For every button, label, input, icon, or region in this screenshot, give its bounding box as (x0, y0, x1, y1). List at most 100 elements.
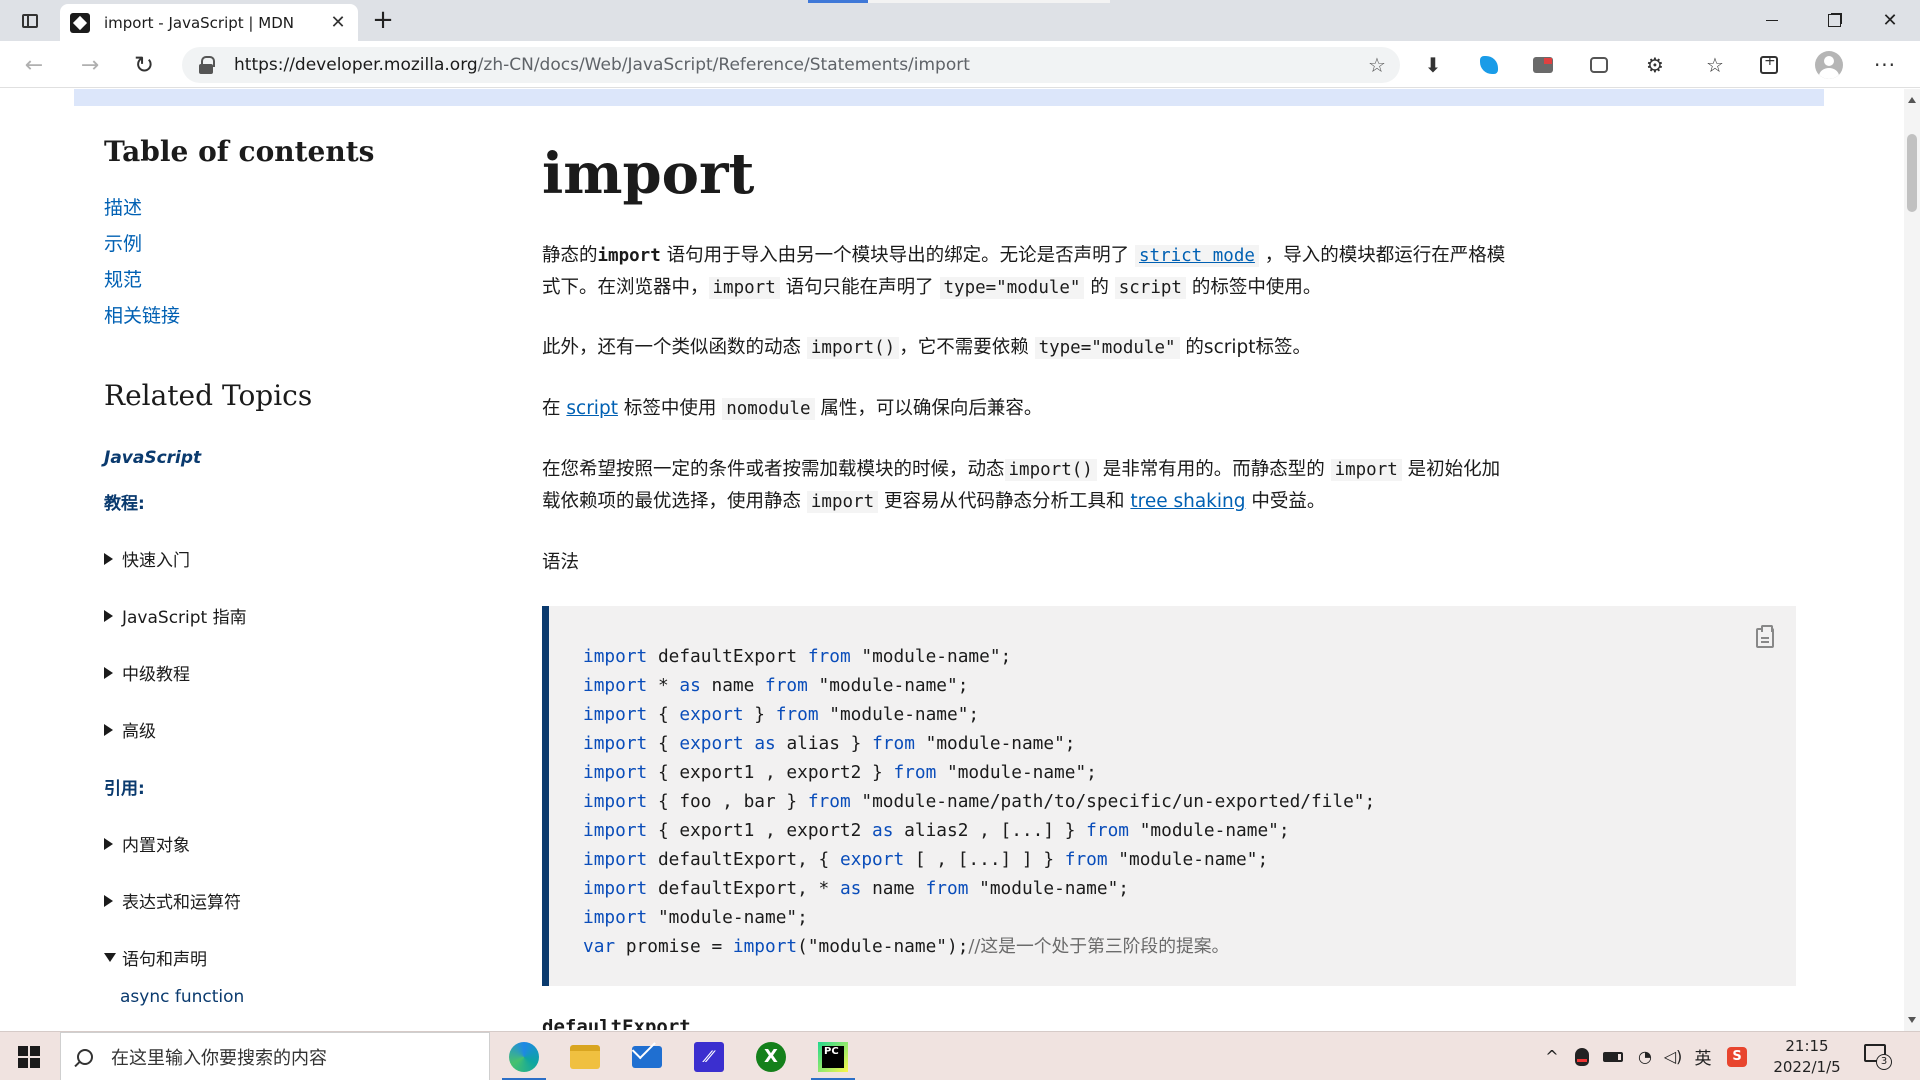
close-window-button[interactable]: ✕ (1862, 0, 1918, 41)
add-favorite-icon[interactable]: ☆ (1366, 54, 1388, 76)
toc-item: 相关链接 (104, 298, 180, 334)
toc-item: 规范 (104, 262, 180, 298)
new-tab-button[interactable]: + (368, 6, 398, 34)
pycharm-app-icon[interactable]: PC (805, 1032, 861, 1080)
visual-studio-app-icon[interactable]: ⁄⁄ (681, 1032, 737, 1080)
notification-center-icon[interactable]: 3 (1862, 1042, 1892, 1072)
scroll-thumb[interactable] (1907, 134, 1917, 212)
more-menu-icon[interactable]: ··· (1872, 52, 1898, 78)
url-text[interactable]: https://developer.mozilla.org/zh-CN/docs… (234, 55, 970, 75)
code-line: import "module-name"; (583, 907, 808, 928)
top-banner-strip (74, 89, 1824, 106)
reload-button[interactable]: ↻ (128, 49, 160, 81)
code-line: import defaultExport, { export [ , [...]… (583, 849, 1269, 870)
sidebar-item-advanced[interactable]: 高级 (104, 717, 156, 742)
code-line: var promise = import("module-name");//这是… (583, 936, 1230, 957)
extensions-puzzle-icon[interactable]: ⚙ (1642, 52, 1668, 78)
sidebar-item-js-guide[interactable]: JavaScript 指南 (104, 603, 247, 628)
related-javascript-link[interactable]: JavaScript (104, 448, 201, 468)
url-path: /zh-CN/docs/Web/JavaScript/Reference/Sta… (477, 55, 970, 75)
toc-link-examples[interactable]: 示例 (104, 233, 142, 255)
intro-paragraph: 静态的import 语句用于导入由另一个模块导出的绑定。无论是否声明了 stri… (542, 245, 1506, 299)
collapse-triangle-icon (104, 953, 116, 962)
mdn-favicon-icon (70, 12, 90, 33)
sidebar-item-statements[interactable]: 语句和声明 (104, 945, 207, 970)
windows-start-icon[interactable] (18, 1046, 40, 1068)
toc-list: 描述 示例 规范 相关链接 (104, 190, 180, 334)
wifi-icon[interactable]: ◔ (1632, 1032, 1658, 1080)
sidebar-item-label: 语句和声明 (122, 950, 207, 970)
forward-button[interactable]: → (74, 49, 106, 81)
strict-mode-link[interactable]: strict mode (1135, 245, 1259, 267)
extension-grid-icon[interactable] (1586, 52, 1612, 78)
collections-icon[interactable] (1756, 52, 1782, 78)
download-icon[interactable]: ⬇ (1420, 52, 1446, 78)
expand-triangle-icon (104, 723, 113, 736)
scroll-up-arrow-icon[interactable] (1908, 97, 1916, 103)
dynamic-import-paragraph: 此外，还有一个类似函数的动态 import() ，它不需要依赖 type="mod… (542, 337, 1311, 359)
search-placeholder: 在这里输入你要搜索的内容 (111, 1047, 327, 1069)
expand-triangle-icon (104, 894, 113, 907)
xbox-app-icon[interactable]: X (743, 1032, 799, 1080)
tab-strip-indicator (808, 0, 868, 3)
script-link[interactable]: script (566, 398, 618, 419)
sidebar-item-builtin-objects[interactable]: 内置对象 (104, 831, 190, 856)
scroll-down-arrow-icon[interactable] (1908, 1017, 1916, 1023)
battery-icon[interactable] (1600, 1032, 1626, 1080)
syntax-code-block[interactable]: import defaultExport from "module-name";… (542, 606, 1796, 986)
tab-title: import - JavaScript | MDN (104, 13, 294, 32)
windows-taskbar: 在这里输入你要搜索的内容 ⁄⁄ X PC ^ ◔ ◁) 英 S 21:15 20… (0, 1031, 1920, 1080)
sidebar-child-async-function[interactable]: async function (120, 987, 244, 1007)
code-line: import defaultExport, * as name from "mo… (583, 878, 1130, 899)
sogou-ime-icon[interactable]: S (1724, 1032, 1750, 1080)
active-tab[interactable]: import - JavaScript | MDN ✕ (60, 4, 358, 41)
extension-screen-icon[interactable] (1530, 52, 1556, 78)
syntax-heading: 语法 (542, 552, 580, 573)
copy-clipboard-icon[interactable] (1756, 625, 1774, 648)
qq-tray-icon[interactable] (1570, 1032, 1594, 1080)
tree-shaking-link[interactable]: tree shaking (1130, 491, 1245, 512)
toc-item: 示例 (104, 226, 180, 262)
tab-actions-button[interactable] (12, 8, 48, 34)
toc-link-specifications[interactable]: 规范 (104, 269, 142, 291)
sidebar-item-label: JavaScript 指南 (122, 608, 247, 628)
code-lines[interactable]: import defaultExport from "module-name";… (583, 642, 1375, 961)
title-bar: import - JavaScript | MDN ✕ + ✕ (0, 0, 1920, 41)
file-explorer-app-icon[interactable] (557, 1032, 613, 1080)
back-button[interactable]: ← (18, 49, 50, 81)
taskbar-search-input[interactable]: 在这里输入你要搜索的内容 (60, 1032, 490, 1080)
extension-bird-icon[interactable] (1476, 52, 1502, 78)
expand-triangle-icon (104, 552, 113, 565)
favorites-icon[interactable]: ☆ (1702, 52, 1728, 78)
sidebar-item-intermediate[interactable]: 中级教程 (104, 660, 190, 685)
sidebar-item-expressions[interactable]: 表达式和运算符 (104, 888, 241, 913)
maximize-button[interactable] (1806, 0, 1862, 41)
volume-icon[interactable]: ◁) (1660, 1032, 1686, 1080)
sidebar-item-quickstart[interactable]: 快速入门 (104, 546, 190, 571)
code-line: import { foo , bar } from "module-name/p… (583, 791, 1376, 812)
taskbar-clock[interactable]: 21:15 2022/1/5 (1762, 1036, 1852, 1078)
toc-link-description[interactable]: 描述 (104, 197, 142, 219)
notification-count-badge: 3 (1876, 1054, 1892, 1070)
tab-close-icon[interactable]: ✕ (328, 12, 348, 33)
address-bar[interactable]: https://developer.mozilla.org/zh-CN/docs… (182, 47, 1400, 83)
page-content: Table of contents 描述 示例 规范 相关链接 Related … (0, 89, 1904, 1031)
lock-icon[interactable] (198, 56, 215, 74)
nomodule-paragraph: 在 script 标签中使用 nomodule 属性，可以确保向后兼容。 (542, 398, 1043, 420)
edge-app-icon[interactable] (496, 1032, 552, 1080)
input-method-indicator[interactable]: 英 (1690, 1032, 1716, 1080)
mail-app-icon[interactable] (619, 1032, 675, 1080)
minimize-button[interactable] (1744, 0, 1800, 41)
sidebar-item-label: 表达式和运算符 (122, 893, 241, 913)
page-scrollbar[interactable] (1904, 89, 1920, 1031)
toc-title: Table of contents (104, 135, 375, 168)
reference-label: 引用: (104, 779, 145, 799)
toc-link-see-also[interactable]: 相关链接 (104, 305, 180, 327)
tab-actions-icon (22, 14, 38, 28)
navigation-bar: ← → ↻ https://developer.mozilla.org/zh-C… (0, 41, 1920, 88)
tab-strip-indicator-secondary (868, 0, 1110, 3)
search-icon (77, 1048, 93, 1065)
code-line: import { export as alias } from "module-… (583, 733, 1076, 754)
show-hidden-icons-chevron-icon[interactable]: ^ (1540, 1032, 1564, 1080)
profile-avatar-icon[interactable] (1814, 50, 1844, 80)
